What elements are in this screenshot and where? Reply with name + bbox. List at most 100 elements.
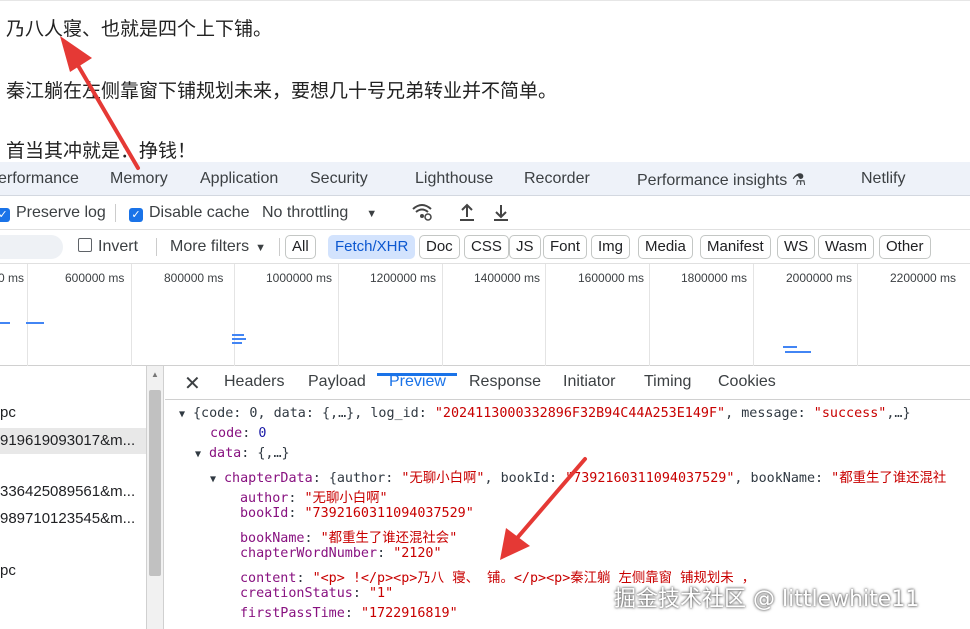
- json-summary: , bookId:: [484, 471, 566, 486]
- timeline-bar: [0, 322, 10, 324]
- toolbar-divider: [156, 238, 157, 256]
- tick-line: [234, 264, 235, 366]
- scrollbar-thumb[interactable]: [149, 390, 161, 576]
- request-list: pc 919619093017&m... 336425089561&m... 9…: [0, 366, 147, 629]
- tab-performance[interactable]: erformance: [0, 170, 79, 188]
- tab-response[interactable]: Response: [469, 373, 541, 391]
- tab-initiator[interactable]: Initiator: [563, 373, 615, 391]
- json-summary: ,…}: [886, 406, 911, 421]
- expand-triangle-icon[interactable]: ▼: [195, 449, 209, 460]
- close-icon[interactable]: ✕: [184, 371, 201, 396]
- request-list-scrollbar[interactable]: ▲: [147, 366, 164, 629]
- detail-tabs: ✕ Headers Payload Preview Response Initi…: [165, 366, 970, 400]
- scroll-up-icon[interactable]: ▲: [151, 370, 159, 379]
- json-key: creationStatus: [240, 586, 353, 601]
- timeline-bar: [26, 322, 44, 324]
- tab-netlify[interactable]: Netlify: [861, 170, 905, 188]
- request-row[interactable]: [0, 531, 146, 557]
- export-har-icon[interactable]: [492, 202, 510, 227]
- json-colon: :: [288, 491, 305, 506]
- tab-memory[interactable]: Memory: [110, 170, 168, 188]
- json-colon: :: [304, 531, 321, 546]
- request-row[interactable]: pc: [0, 558, 146, 584]
- json-colon: :: [241, 446, 258, 461]
- json-chapterdata-line[interactable]: ▼ chapterData: {author: "无聊小白啊", bookId: …: [210, 466, 946, 486]
- json-summary: {author:: [328, 471, 402, 486]
- request-row[interactable]: pc: [0, 400, 146, 426]
- filter-chip-fetch-xhr[interactable]: Fetch/XHR: [328, 235, 416, 259]
- timeline-bar: [785, 351, 811, 353]
- expand-triangle-icon[interactable]: ▼: [179, 409, 193, 420]
- filter-chip-media[interactable]: Media: [638, 235, 693, 259]
- active-tab-underline: [377, 373, 457, 376]
- filter-chip-other[interactable]: Other: [879, 235, 931, 259]
- json-colon: :: [288, 506, 305, 521]
- tab-performance-insights[interactable]: Performance insights ⚗: [637, 170, 806, 190]
- json-key: data: [209, 446, 242, 461]
- json-key: firstPassTime: [240, 606, 345, 621]
- tick-label: 0 ms: [0, 271, 25, 285]
- tick-label: 1800000 ms: [681, 271, 748, 285]
- tab-application[interactable]: Application: [200, 170, 278, 188]
- json-data-line[interactable]: ▼ data: {,…}: [195, 446, 290, 461]
- import-har-icon[interactable]: [458, 202, 476, 227]
- timeline-bar: [232, 342, 242, 344]
- tick-line: [857, 264, 858, 366]
- filter-toolbar: Invert More filters ▼ All Fetch/XHR Doc C…: [0, 230, 970, 264]
- json-field-line: author: "无聊小白啊": [240, 486, 388, 506]
- json-colon: :: [296, 571, 313, 586]
- json-field-line: firstPassTime: "1722916819": [240, 606, 458, 621]
- tab-payload[interactable]: Payload: [308, 373, 366, 391]
- tick-line: [27, 264, 28, 366]
- watermark: 掘金技术社区 @ littlewhite11: [614, 587, 920, 612]
- checkbox-icon: [78, 238, 92, 252]
- flask-icon: ⚗: [791, 172, 807, 189]
- request-row[interactable]: 919619093017&m...: [0, 428, 146, 454]
- preserve-log-checkbox[interactable]: ✓ Preserve log: [0, 204, 106, 222]
- json-value: "1": [369, 586, 394, 601]
- filter-chip-font[interactable]: Font: [543, 235, 588, 259]
- json-summary: , bookName:: [734, 471, 832, 486]
- filter-chip-ws[interactable]: WS: [777, 235, 816, 259]
- filter-chip-js[interactable]: JS: [509, 235, 541, 259]
- tick-line: [131, 264, 132, 366]
- network-conditions-icon[interactable]: [411, 202, 433, 227]
- filter-chip-manifest[interactable]: Manifest: [700, 235, 771, 259]
- request-row[interactable]: 336425089561&m...: [0, 479, 146, 505]
- tab-security[interactable]: Security: [310, 170, 368, 188]
- json-key: code: [210, 426, 243, 441]
- filter-chip-css[interactable]: CSS: [464, 235, 509, 259]
- filter-chip-wasm[interactable]: Wasm: [818, 235, 874, 259]
- filter-chip-all[interactable]: All: [285, 235, 316, 259]
- checkmark-icon: ✓: [129, 208, 143, 222]
- tab-timing[interactable]: Timing: [644, 373, 691, 391]
- tick-line: [649, 264, 650, 366]
- tab-headers[interactable]: Headers: [224, 373, 284, 391]
- network-toolbar: ✓ Preserve log ✓ Disable cache No throttli…: [0, 196, 970, 230]
- more-filters-dropdown[interactable]: More filters ▼: [170, 238, 266, 256]
- disable-cache-checkbox[interactable]: ✓ Disable cache: [129, 204, 250, 222]
- filter-chip-doc[interactable]: Doc: [419, 235, 460, 259]
- article-line-2: 秦江躺在左侧靠窗下铺规划未来，要想几十号兄弟转业并不简单。: [6, 80, 558, 102]
- invert-checkbox[interactable]: Invert: [78, 238, 138, 256]
- json-root-line[interactable]: ▼ {code: 0, data: {,…}, log_id: "20241130…: [179, 406, 911, 421]
- expand-triangle-icon[interactable]: ▼: [210, 474, 224, 485]
- article-line-3: 首当其冲就是：挣钱！: [6, 140, 197, 162]
- filter-chip-img[interactable]: Img: [591, 235, 631, 259]
- filter-input[interactable]: [0, 235, 63, 259]
- json-value: "7392160311094037529": [565, 471, 735, 486]
- json-field-line: bookName: "都重生了谁还混社会": [240, 526, 457, 546]
- tab-recorder[interactable]: Recorder: [524, 170, 590, 188]
- request-row[interactable]: 989710123545&m...: [0, 506, 146, 532]
- devtools-panel-tabs: erformance Memory Application Security L…: [0, 162, 970, 196]
- network-overview-timeline[interactable]: 0 ms 600000 ms 800000 ms 1000000 ms 1200…: [0, 264, 970, 366]
- tab-cookies[interactable]: Cookies: [718, 373, 776, 391]
- tab-performance-insights-label: Performance insights: [637, 172, 788, 189]
- tick-label: 1600000 ms: [578, 271, 645, 285]
- tab-lighthouse[interactable]: Lighthouse: [415, 170, 493, 188]
- throttling-select[interactable]: No throttling ▼: [262, 204, 377, 222]
- json-colon: :: [377, 546, 394, 561]
- invert-label: Invert: [98, 238, 139, 255]
- json-summary: {code: 0, data: {,…}, log_id:: [193, 406, 435, 421]
- tick-line: [338, 264, 339, 366]
